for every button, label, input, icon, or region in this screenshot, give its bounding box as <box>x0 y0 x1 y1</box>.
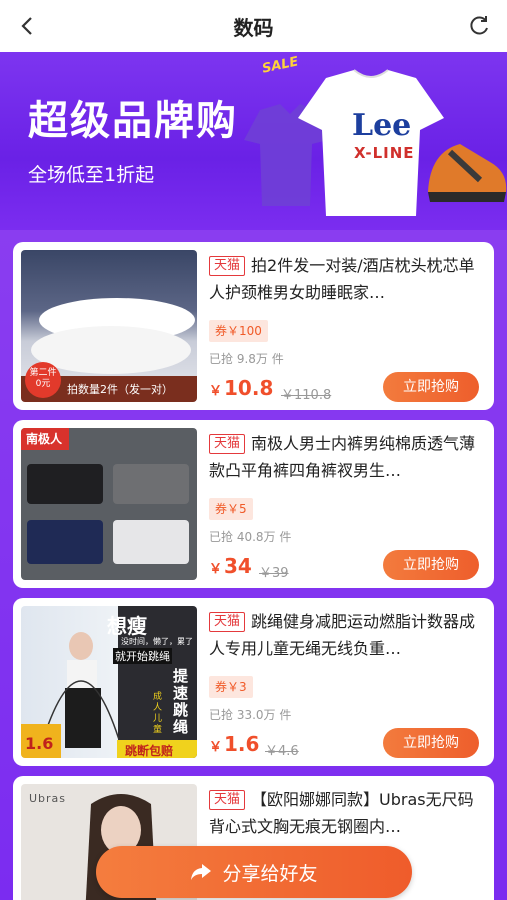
image-brand: 南极人 <box>26 432 63 446</box>
price: ￥ 34 <box>209 554 252 578</box>
top-bar: 数码 <box>0 0 507 52</box>
sold-count: 已抢 40.8万 件 <box>209 530 292 544</box>
refresh-icon[interactable] <box>465 12 493 40</box>
sneaker-image <box>428 144 507 202</box>
product-card[interactable]: 想瘦 没时间，懒了，累了 就开始跳绳 提速跳绳 成人 儿童 1.6 跳断包赔 天… <box>13 598 494 766</box>
page-title: 数码 <box>233 15 274 40</box>
sold-count: 已抢 33.0万 件 <box>209 708 292 722</box>
tmall-tag: 天猫 <box>209 434 246 454</box>
product-title: 天猫 南极人男士内裤男纯棉质透气薄款凸平角裤四角裤衩男生… <box>209 434 476 480</box>
image-brand: Ubras <box>29 792 67 805</box>
product-title: 天猫 拍2件发一对装/酒店枕头枕芯单人护颈椎男女助睡眠家… <box>209 256 475 302</box>
image-price: 1.6 <box>25 734 54 753</box>
image-headline: 想瘦 <box>107 614 147 638</box>
product-card[interactable]: 第二件 0元 拍数量2件（发一对） 天猫 拍2件发一对装/酒店枕头枕芯单人护颈椎男… <box>13 242 494 410</box>
product-title: 天猫 【欧阳娜娜同款】Ubras无尺码背心式文胸无痕无钢圈内… <box>209 790 474 836</box>
share-button[interactable]: 分享给好友 <box>96 846 412 898</box>
image-caption: 拍数量2件（发一对） <box>67 383 173 396</box>
share-label: 分享给好友 <box>222 862 318 885</box>
image-sub: 没时间，懒了，累了 <box>121 637 193 646</box>
banner-headline: 超级品牌购 <box>28 98 238 144</box>
coupon-badge: 券￥3 <box>209 676 253 698</box>
product-title: 天猫 跳绳健身减肥运动燃脂计数器成人专用儿童无绳无线负重… <box>209 612 476 658</box>
brand-subline: X-LINE <box>354 144 415 162</box>
original-price: ￥4.6 <box>265 744 299 759</box>
product-list: 第二件 0元 拍数量2件（发一对） 天猫 拍2件发一对装/酒店枕头枕芯单人护颈椎男… <box>0 230 507 900</box>
original-price: ￥39 <box>259 566 289 581</box>
product-image: 第二件 0元 拍数量2件（发一对） <box>21 250 197 402</box>
image-start: 就开始跳绳 <box>113 648 172 664</box>
image-badge: 第二件 0元 <box>29 368 57 389</box>
coupon-badge: 券￥5 <box>209 498 253 520</box>
original-price: ￥110.8 <box>281 388 332 403</box>
underwear-image <box>21 428 189 564</box>
buy-now-button[interactable]: 立即抢购 <box>383 728 479 758</box>
sold-count: 已抢 9.8万 件 <box>209 352 284 366</box>
tmall-tag: 天猫 <box>209 256 246 276</box>
coupon-badge: 券￥100 <box>209 320 268 342</box>
promo-banner[interactable]: SALE Lee X-LINE 超级品牌购 全场低至1折起 <box>0 52 507 230</box>
product-image: 想瘦 没时间，懒了，累了 就开始跳绳 提速跳绳 成人 儿童 1.6 跳断包赔 <box>21 606 197 758</box>
product-card[interactable]: 南极人 天猫 南极人男士内裤男纯棉质透气薄款凸平角裤四角裤衩男生… 券￥5 已抢 … <box>13 420 494 588</box>
image-side: 提速跳绳 <box>173 667 189 736</box>
price: ￥ 1.6 <box>209 732 260 756</box>
image-side2: 成人 儿童 <box>153 692 163 735</box>
sale-tag: SALE <box>260 54 300 77</box>
buy-now-button[interactable]: 立即抢购 <box>383 550 479 580</box>
image-bottom: 跳断包赔 <box>125 744 174 758</box>
price: ￥ 10.8 <box>209 376 274 400</box>
banner-subline: 全场低至1折起 <box>28 164 155 186</box>
brand-logo: Lee <box>352 108 412 143</box>
share-arrow-icon <box>191 864 212 880</box>
tmall-tag: 天猫 <box>209 612 246 632</box>
chevron-left-icon[interactable] <box>14 12 42 40</box>
buy-now-button[interactable]: 立即抢购 <box>383 372 479 402</box>
tmall-tag: 天猫 <box>209 790 246 810</box>
product-image: 南极人 <box>21 428 197 580</box>
